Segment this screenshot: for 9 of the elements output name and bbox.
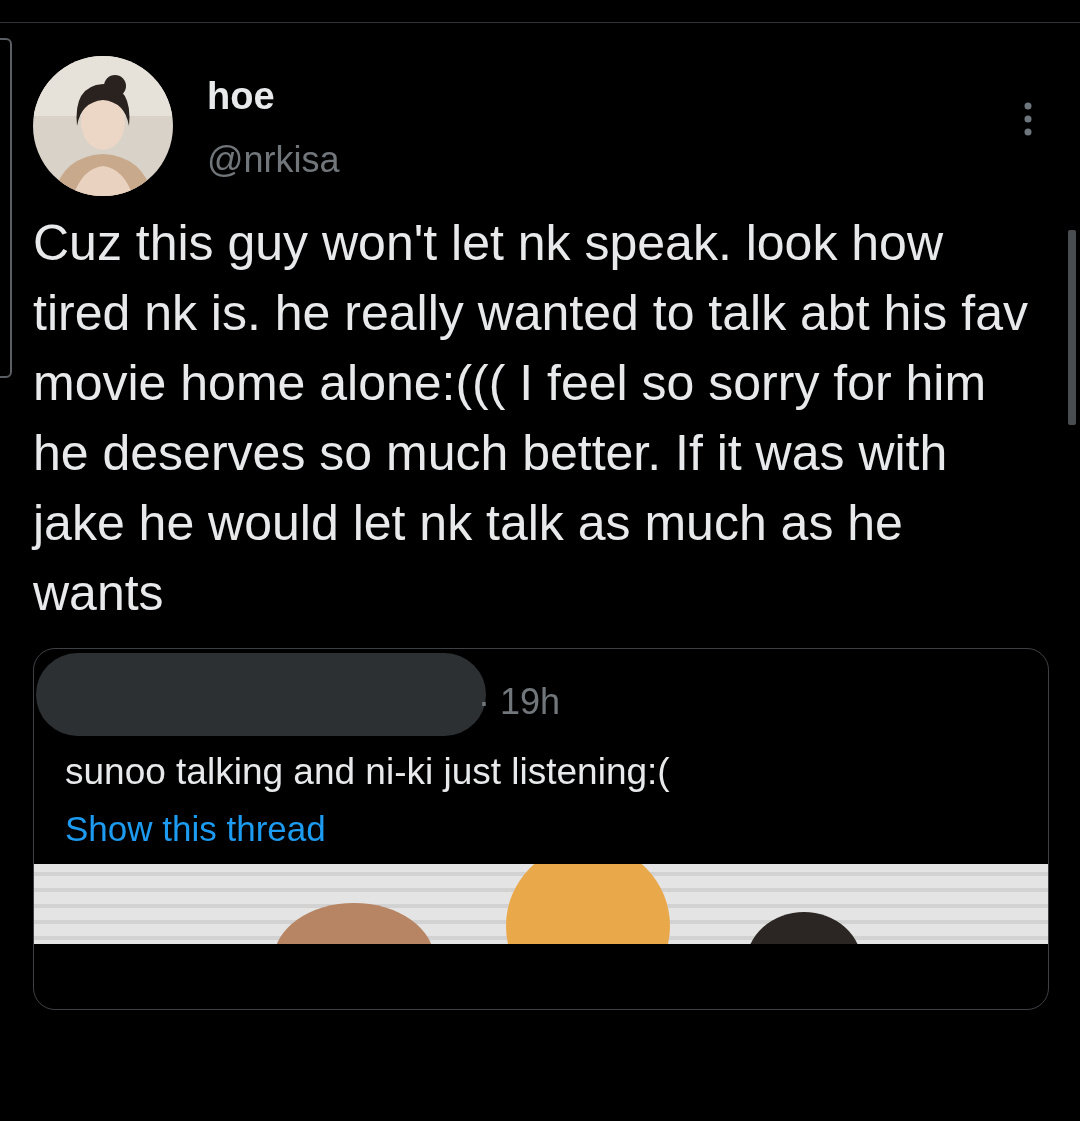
more-icon[interactable] bbox=[1023, 101, 1033, 137]
quoted-text: sunoo talking and ni-ki just listening:( bbox=[65, 750, 671, 794]
timestamp: · 19h bbox=[478, 680, 561, 723]
author-name[interactable]: hoe bbox=[207, 74, 340, 118]
tweet-text: Cuz this guy won't let nk speak. look how tired nk is. he really wanted to talk abt his fav movie home alone:((( I feel so sorry for him he deserves so much better. If it was with jake he would let nk talk as much as he wants bbox=[33, 214, 1029, 623]
quoted-tweet[interactable]: · 19h sunoo talking and ni-ki just listening:( Show this thread bbox=[33, 648, 1049, 1010]
scrollbar-thumb[interactable] bbox=[1068, 230, 1076, 425]
author-handle[interactable]: @nrkisa bbox=[207, 138, 340, 182]
show-thread-link[interactable]: Show this thread bbox=[65, 806, 326, 852]
